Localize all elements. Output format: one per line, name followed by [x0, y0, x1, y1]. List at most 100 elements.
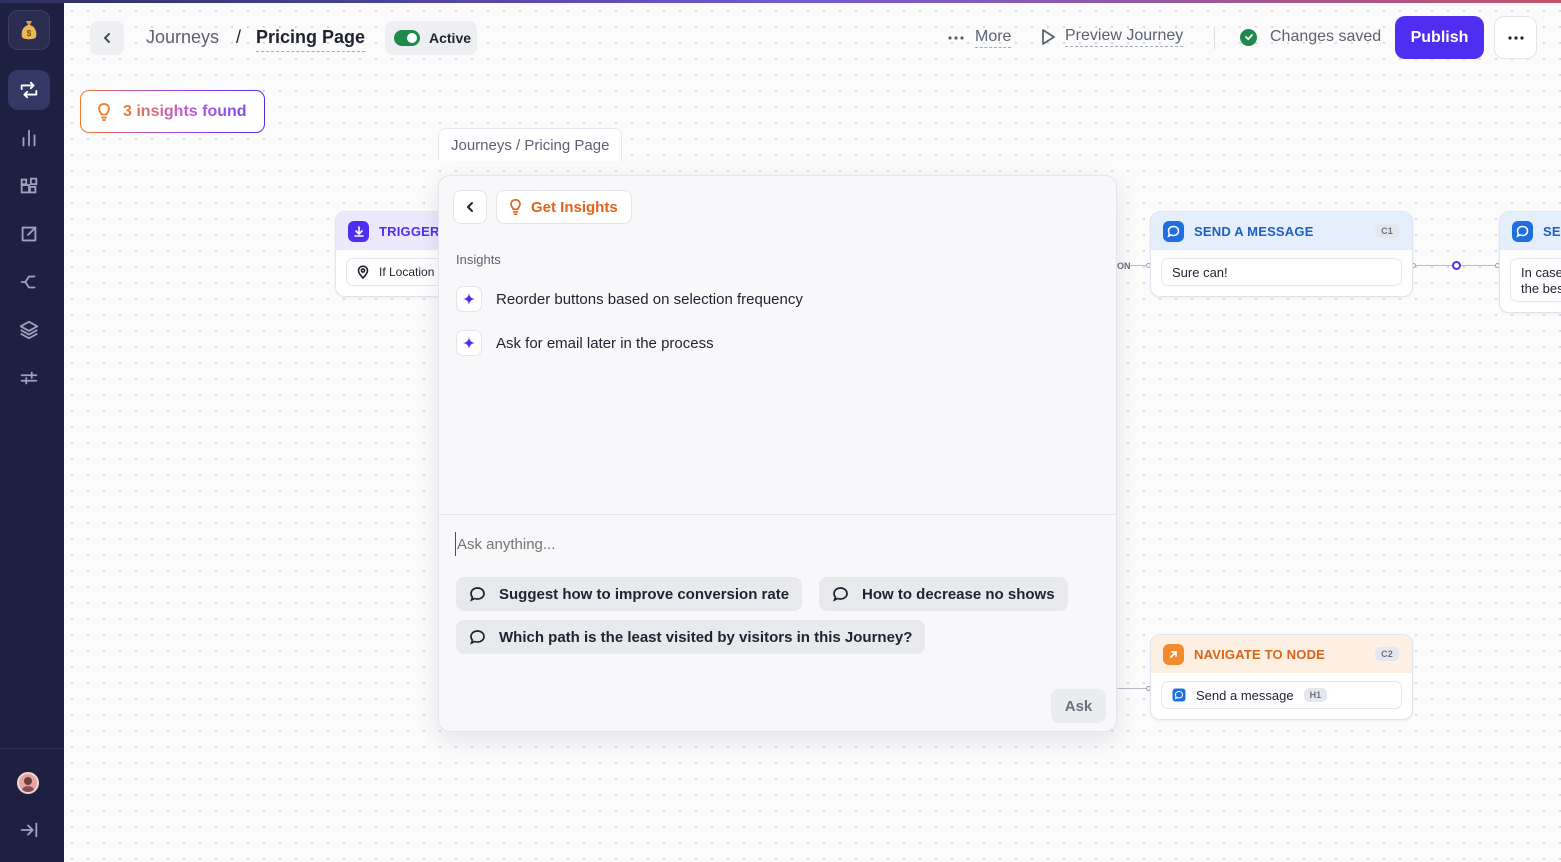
sparkle-icon — [456, 286, 482, 312]
get-insights-tab[interactable]: Get Insights — [496, 190, 632, 224]
suggestion-chip[interactable]: How to decrease no shows — [819, 577, 1068, 611]
breadcrumb-separator: / — [236, 27, 242, 47]
branch-icon — [20, 275, 36, 289]
suggestion-chip[interactable]: Which path is the least visited by visit… — [456, 620, 926, 654]
sidebar-collapse-button[interactable] — [8, 810, 50, 850]
node-field[interactable]: If Location — [346, 258, 444, 286]
suggestion-text: How to decrease no shows — [862, 585, 1055, 603]
panel-divider — [439, 514, 1116, 515]
sidebar-item-settings[interactable] — [8, 358, 50, 398]
chat-bubble-icon — [833, 587, 848, 602]
insight-text: Reorder buttons based on selection frequ… — [496, 290, 803, 308]
header-divider — [1214, 27, 1215, 49]
toggle-switch[interactable] — [394, 30, 420, 46]
page-title[interactable]: Pricing Page — [256, 27, 366, 52]
suggestion-text: Which path is the least visited by visit… — [499, 628, 913, 646]
navigate-to-node[interactable]: NAVIGATE TO NODE C2 Send a message H1 — [1150, 634, 1413, 720]
node-field-text: the bes — [1521, 280, 1561, 296]
sidebar-divider — [0, 748, 64, 749]
panel-breadcrumb: Journeys / Pricing Page — [438, 128, 623, 161]
sidebar-item-branches[interactable] — [8, 262, 50, 302]
chevron-left-icon — [467, 202, 473, 212]
chat-bubble-icon — [1172, 688, 1186, 702]
money-bag-icon: $ — [21, 21, 37, 40]
ask-input[interactable] — [455, 532, 1095, 556]
more-button[interactable]: More — [947, 28, 1012, 48]
top-accent-line — [0, 0, 1561, 3]
save-status-label: Changes saved — [1270, 28, 1382, 45]
insight-item[interactable]: Ask for email later in the process — [456, 330, 714, 356]
preview-journey-button[interactable]: Preview Journey — [1040, 27, 1184, 47]
save-status: Changes saved — [1240, 28, 1381, 46]
node-field-text: If Location — [379, 265, 435, 279]
insight-item[interactable]: Reorder buttons based on selection frequ… — [456, 286, 803, 312]
ellipsis-icon — [1507, 35, 1524, 40]
node-field-text: Send a message — [1196, 687, 1294, 703]
edge-add-handle[interactable] — [1452, 261, 1461, 270]
trigger-node[interactable]: TRIGGER If Location — [335, 211, 455, 297]
send-message-node[interactable]: SE In case the bes — [1499, 211, 1561, 313]
app-logo[interactable]: $ — [8, 10, 50, 50]
lightbulb-icon — [98, 102, 110, 121]
node-title: SEND A MESSAGE — [1194, 223, 1314, 239]
collapse-icon — [20, 822, 38, 838]
insights-found-label: 3 insights found — [123, 102, 247, 120]
lightbulb-icon — [510, 198, 521, 216]
chevron-left-icon — [104, 33, 110, 43]
sidebar-item-layers[interactable] — [8, 310, 50, 350]
play-icon — [1042, 29, 1055, 45]
send-message-node[interactable]: SEND A MESSAGE C1 Sure can! — [1150, 211, 1413, 297]
breadcrumb-parent[interactable]: Journeys — [146, 27, 219, 48]
insight-text: Ask for email later in the process — [496, 334, 714, 352]
node-title: TRIGGER — [379, 223, 440, 239]
node-field[interactable]: Sure can! — [1161, 258, 1402, 286]
get-insights-label: Get Insights — [531, 198, 618, 216]
node-field-text: In case — [1521, 264, 1561, 280]
svg-text:$: $ — [27, 29, 32, 38]
insights-panel: Get Insights Insights Reorder buttons ba… — [438, 175, 1117, 732]
suggestion-chip[interactable]: Suggest how to improve conversion rate — [456, 577, 803, 611]
arrow-up-right-icon — [1163, 643, 1184, 665]
node-badge: H1 — [1303, 688, 1328, 702]
more-label: More — [975, 28, 1012, 48]
chat-bubble-icon — [1512, 220, 1533, 242]
insights-found-button[interactable]: 3 insights found — [80, 90, 265, 133]
analytics-icon — [22, 129, 36, 147]
check-circle-icon — [1240, 28, 1257, 46]
sidebar-item-journeys[interactable] — [8, 70, 50, 110]
sidebar-item-analytics[interactable] — [8, 118, 50, 158]
node-field[interactable]: Send a message H1 — [1161, 681, 1402, 709]
node-field-text: Sure can! — [1172, 264, 1228, 280]
insights-section-label: Insights — [456, 252, 501, 267]
ask-button[interactable]: Ask — [1051, 689, 1106, 723]
node-field[interactable]: In case the bes — [1510, 258, 1561, 302]
trigger-icon — [348, 220, 369, 242]
journeys-icon — [20, 81, 38, 99]
sidebar-item-widgets[interactable] — [8, 166, 50, 206]
layers-icon — [19, 320, 39, 340]
node-title: SE — [1543, 223, 1561, 239]
settings-sliders-icon — [20, 371, 38, 385]
location-pin-icon — [357, 265, 369, 279]
sidebar-item-integrations[interactable] — [8, 214, 50, 254]
suggestion-text: Suggest how to improve conversion rate — [499, 585, 790, 603]
widgets-icon — [20, 177, 38, 194]
avatar[interactable] — [17, 772, 39, 794]
sparkle-icon — [456, 330, 482, 356]
status-toggle[interactable]: Active — [385, 21, 477, 55]
preview-label: Preview Journey — [1065, 27, 1184, 47]
node-badge: C1 — [1375, 224, 1399, 238]
node-badge: C2 — [1375, 647, 1399, 661]
status-label: Active — [429, 30, 472, 46]
back-button[interactable] — [90, 21, 124, 55]
sidebar: $ — [0, 0, 64, 862]
chat-bubble-icon — [470, 630, 485, 645]
publish-button[interactable]: Publish — [1395, 16, 1484, 59]
more-options-button[interactable] — [1494, 16, 1537, 59]
integrations-icon — [21, 226, 37, 242]
chat-bubble-icon — [1163, 220, 1184, 242]
node-title: NAVIGATE TO NODE — [1194, 646, 1326, 662]
edge-label: ON — [1117, 261, 1131, 271]
panel-back-button[interactable] — [453, 190, 487, 224]
chat-bubble-icon — [470, 587, 485, 602]
